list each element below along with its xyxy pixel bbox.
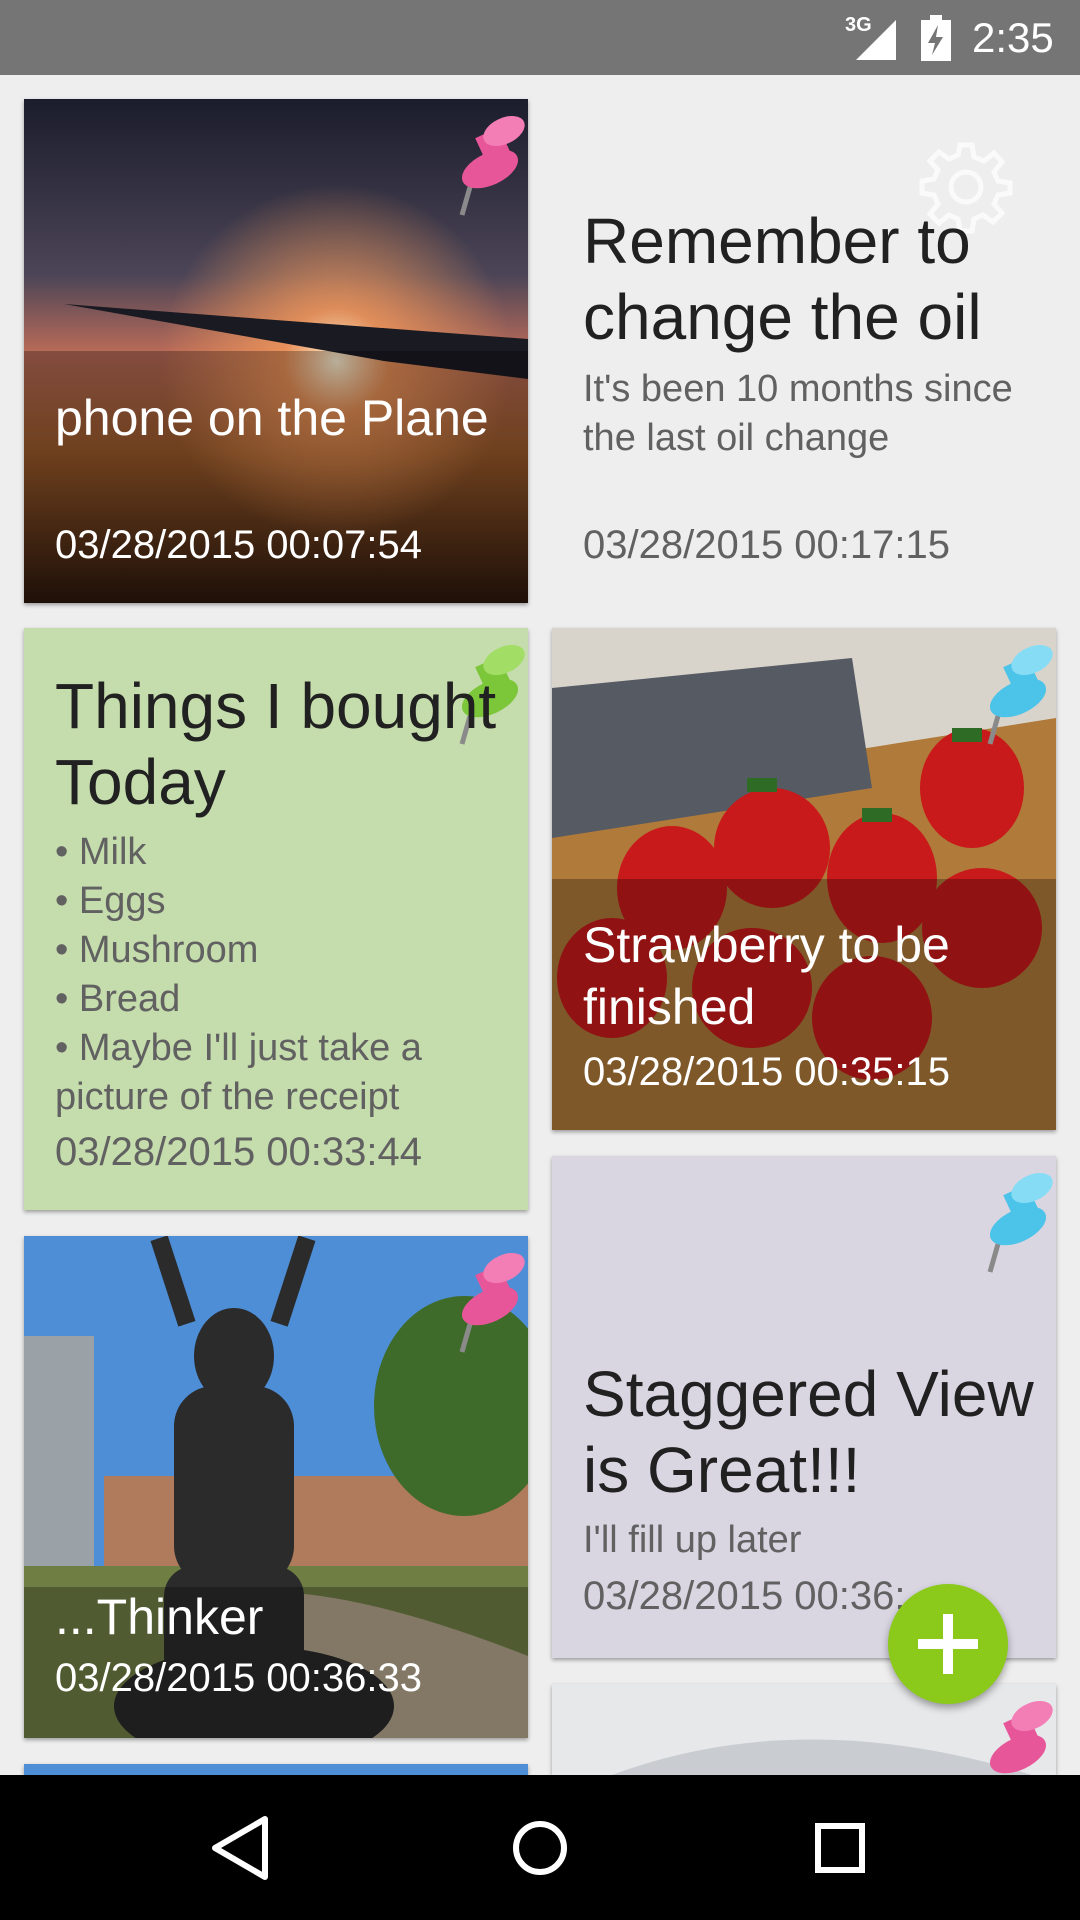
add-note-button[interactable] (888, 1584, 1008, 1704)
pink-pushpin-icon (459, 1252, 525, 1353)
note-title: Things I bought Today (55, 670, 497, 818)
battery-charging-icon (921, 15, 951, 61)
note-title: Remember to change the oil (583, 205, 982, 353)
add-icon (918, 1614, 978, 1674)
recents-icon[interactable] (805, 1813, 875, 1883)
note-card-change-oil[interactable]: Remember to change the oil It's been 10 … (552, 99, 1056, 603)
note-date: 03/28/2015 00:33:44 (55, 1130, 423, 1174)
note-date: 03/28/2015 00:17:15 (583, 523, 951, 567)
note-card-partial[interactable] (24, 1764, 528, 1775)
blue-pushpin-icon (987, 1172, 1053, 1273)
note-title: Strawberry to be finished (583, 917, 950, 1035)
note-date: 03/28/2015 00:35:15 (583, 1050, 951, 1094)
note-card-partial[interactable] (552, 1684, 1056, 1775)
note-card-thinker[interactable]: ...Thinker 03/28/2015 00:36:33 (24, 1236, 528, 1738)
note-card-strawberry[interactable]: Strawberry to be finished 03/28/2015 00:… (552, 628, 1056, 1130)
note-date: 03/28/2015 00:07:54 (55, 523, 423, 567)
note-title: Staggered View is Great!!! (583, 1358, 1034, 1506)
note-title: ...Thinker (55, 1589, 264, 1645)
note-card-staggered-view[interactable]: Staggered View is Great!!! I'll fill up … (552, 1156, 1056, 1658)
back-icon[interactable] (205, 1813, 275, 1883)
navigation-bar (0, 1775, 1080, 1920)
note-body: It's been 10 months since the last oil c… (583, 368, 1013, 459)
note-date: 03/28/2015 00:36:33 (55, 1656, 423, 1700)
home-icon[interactable] (505, 1813, 575, 1883)
note-card-things-bought[interactable]: Things I bought Today • Milk • Eggs • Mu… (24, 628, 528, 1210)
clock: 2:35 (972, 14, 1054, 61)
signal-icon (856, 20, 896, 60)
note-body: • Milk • Eggs • Mushroom • Bread • Maybe… (55, 831, 422, 1118)
note-title: phone on the Plane (55, 390, 489, 446)
status-bar: 3G 2:35 (0, 0, 1080, 75)
pink-pushpin-icon (989, 1700, 1053, 1774)
note-card-phone-on-plane[interactable]: phone on the Plane 03/28/2015 00:07:54 (24, 99, 528, 603)
note-date: 03/28/2015 00:36: (583, 1574, 906, 1618)
note-body: I'll fill up later (583, 1519, 802, 1561)
blue-pushpin-icon (987, 644, 1053, 745)
pink-pushpin-icon (459, 115, 525, 216)
